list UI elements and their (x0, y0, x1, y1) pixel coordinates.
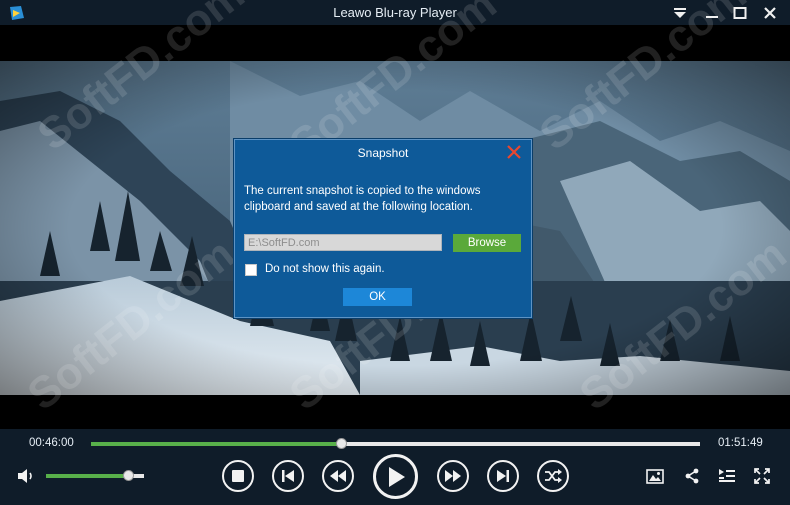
minimize-button[interactable] (698, 0, 726, 25)
rewind-button[interactable] (322, 460, 354, 492)
volume-handle[interactable] (123, 470, 135, 481)
fullscreen-icon (754, 468, 770, 484)
fast-forward-icon (445, 470, 461, 482)
seek-progress (91, 442, 342, 446)
dropdown-triangle-icon (674, 7, 686, 18)
total-time: 01:51:49 (718, 437, 763, 449)
previous-chapter-button[interactable] (272, 460, 304, 492)
dialog-message: The current snapshot is copied to the wi… (244, 185, 481, 213)
ok-button[interactable]: OK (343, 288, 412, 306)
playback-controls: 00:46:00 01:51:49 (0, 429, 790, 505)
share-icon (685, 468, 699, 484)
do-not-show-checkbox[interactable] (245, 264, 257, 276)
play-button[interactable] (373, 454, 418, 499)
save-path-field[interactable]: E:\SoftFD.com (244, 234, 442, 251)
fast-forward-button[interactable] (437, 460, 469, 492)
volume-button[interactable] (15, 466, 39, 486)
playlist-button[interactable] (716, 466, 738, 486)
snapshot-button[interactable] (644, 466, 666, 486)
shuffle-button[interactable] (537, 460, 569, 492)
maximize-button[interactable] (726, 0, 754, 25)
previous-chapter-icon (282, 470, 294, 482)
stop-button[interactable] (222, 460, 254, 492)
close-icon (764, 6, 776, 19)
maximize-icon (733, 6, 747, 19)
seek-handle[interactable] (336, 438, 348, 449)
seek-bar[interactable] (91, 438, 700, 449)
playlist-icon (719, 469, 735, 482)
minimize-icon (706, 15, 718, 18)
close-x-icon[interactable] (506, 144, 522, 160)
title-bar: Leawo Blu-ray Player (0, 0, 790, 25)
next-chapter-button[interactable] (487, 460, 519, 492)
elapsed-time: 00:46:00 (29, 437, 74, 449)
fullscreen-button[interactable] (751, 466, 773, 486)
dialog-title: Snapshot (357, 146, 409, 160)
checkbox-label: Do not show this again. (265, 263, 385, 275)
menu-dropdown-button[interactable] (666, 0, 694, 25)
share-button[interactable] (681, 466, 703, 486)
rewind-icon (330, 470, 346, 482)
speaker-icon (18, 469, 32, 483)
shuffle-icon (545, 469, 562, 483)
letterbox-bottom (0, 395, 790, 429)
next-chapter-icon (497, 470, 509, 482)
volume-slider[interactable] (46, 470, 144, 481)
snapshot-dialog: Snapshot The current snapshot is copied … (234, 139, 532, 318)
stop-icon (232, 470, 244, 482)
close-window-button[interactable] (756, 0, 784, 25)
play-icon (388, 466, 405, 487)
snapshot-image-icon (646, 468, 664, 484)
volume-level (46, 474, 129, 478)
browse-button[interactable]: Browse (453, 234, 521, 252)
letterbox-top (0, 25, 790, 61)
